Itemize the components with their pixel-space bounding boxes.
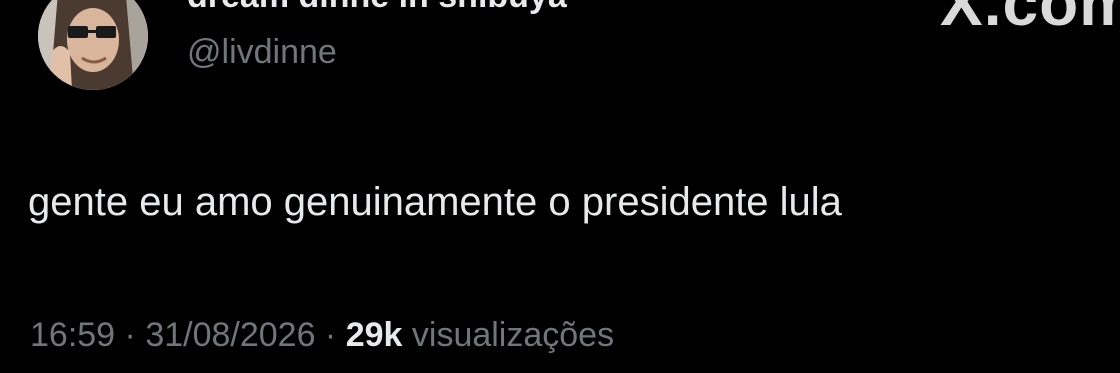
views-label[interactable]: visualizações [402, 316, 614, 354]
x-logo-watermark: X.com [940, 0, 1120, 39]
author-display-name[interactable]: dream dinne in shibuya [187, 0, 567, 16]
tweet-card: dream dinne in shibuya @livdinne X.com g… [0, 0, 1120, 373]
avatar[interactable] [38, 0, 148, 90]
avatar-photo [38, 0, 148, 90]
meta-separator: · [315, 316, 346, 354]
tweet-text: gente eu amo genuinamente o presidente l… [28, 180, 842, 224]
tweet-meta: 16:59 · 31/08/2026 · 29k visualizações [30, 314, 614, 356]
views-count[interactable]: 29k [346, 316, 403, 354]
author-handle[interactable]: @livdinne [187, 32, 337, 72]
tweet-time[interactable]: 16:59 [30, 316, 115, 354]
tweet-date[interactable]: 31/08/2026 [145, 316, 315, 354]
meta-separator: · [115, 316, 146, 354]
